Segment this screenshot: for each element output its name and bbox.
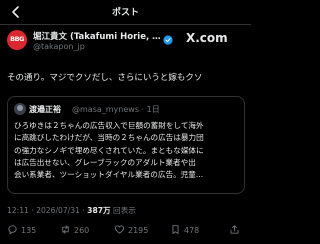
quoted-text-line: の強力なシノギで埋め尽くされていた。まともな媒体に	[14, 145, 204, 155]
quoted-author-handle: @masa_mynews · 1日	[72, 105, 160, 114]
avatar-logo-text: BBG	[10, 35, 24, 43]
reply-button[interactable]: 135	[7, 222, 36, 238]
bookmark-icon	[170, 224, 181, 237]
quoted-text-line: 会い系業者、ツーショットダイヤル業者の広告。児童...	[14, 170, 204, 180]
author-display-name[interactable]: 堀江貴文 (Takafumi Horie, ...	[33, 30, 161, 42]
reply-icon	[7, 224, 18, 237]
views-label: 回表示	[113, 206, 136, 215]
like-count: 2195	[128, 225, 149, 235]
share-button[interactable]	[229, 222, 240, 238]
quoted-tweet[interactable]: 渡邉正裕 @masa_mynews · 1日 ひろゆきは２ちゃんの広告収入で巨額…	[7, 96, 245, 194]
page-title: ポスト	[111, 8, 139, 18]
repost-count: 260	[74, 225, 90, 235]
quoted-tweet-text: ひろゆきは２ちゃんの広告収入で巨額の蓄財をして海外 に高跳びしたわけだが、当時の…	[14, 120, 242, 194]
tweet-time: 12:11	[7, 206, 29, 215]
tweet-text: その通り。マジでクソだし、さらにいうと嫁もクソ	[7, 73, 203, 83]
like-button[interactable]: 2195	[114, 222, 148, 238]
reply-count: 135	[21, 225, 37, 235]
quoted-text-line: に高跳びしたわけだが、当時の２ちゃんの広告は暴力団	[14, 133, 204, 143]
tweet-date: 2026/07/31	[36, 206, 80, 215]
bookmark-button[interactable]: 478	[170, 222, 199, 238]
action-bar: 135 260 2195 478	[0, 222, 251, 238]
heart-icon	[114, 224, 125, 237]
views-count: 387万	[87, 206, 111, 215]
top-bar: ポスト	[0, 0, 251, 24]
repost-button[interactable]: 260	[60, 222, 89, 238]
share-icon	[229, 224, 240, 237]
author-handle[interactable]: @takapon_jp	[33, 42, 85, 51]
x-logo: X.com	[186, 31, 228, 45]
quoted-avatar	[14, 103, 26, 115]
quoted-text-line: は広告出せない、グレーブラックのアダルト業者や出	[14, 157, 196, 167]
avatar[interactable]: BBG	[7, 30, 27, 50]
verified-badge-icon	[163, 30, 173, 45]
quoted-author-name: 渡邉正裕	[29, 105, 61, 114]
tweet-meta: 12:11 · 2026/07/31 · 387万 回表示	[7, 205, 136, 216]
bookmark-count: 478	[184, 225, 200, 235]
repost-icon	[60, 224, 71, 237]
quoted-text-line: ひろゆきは２ちゃんの広告収入で巨額の蓄財をして海外	[14, 121, 204, 130]
divider	[0, 24, 251, 25]
